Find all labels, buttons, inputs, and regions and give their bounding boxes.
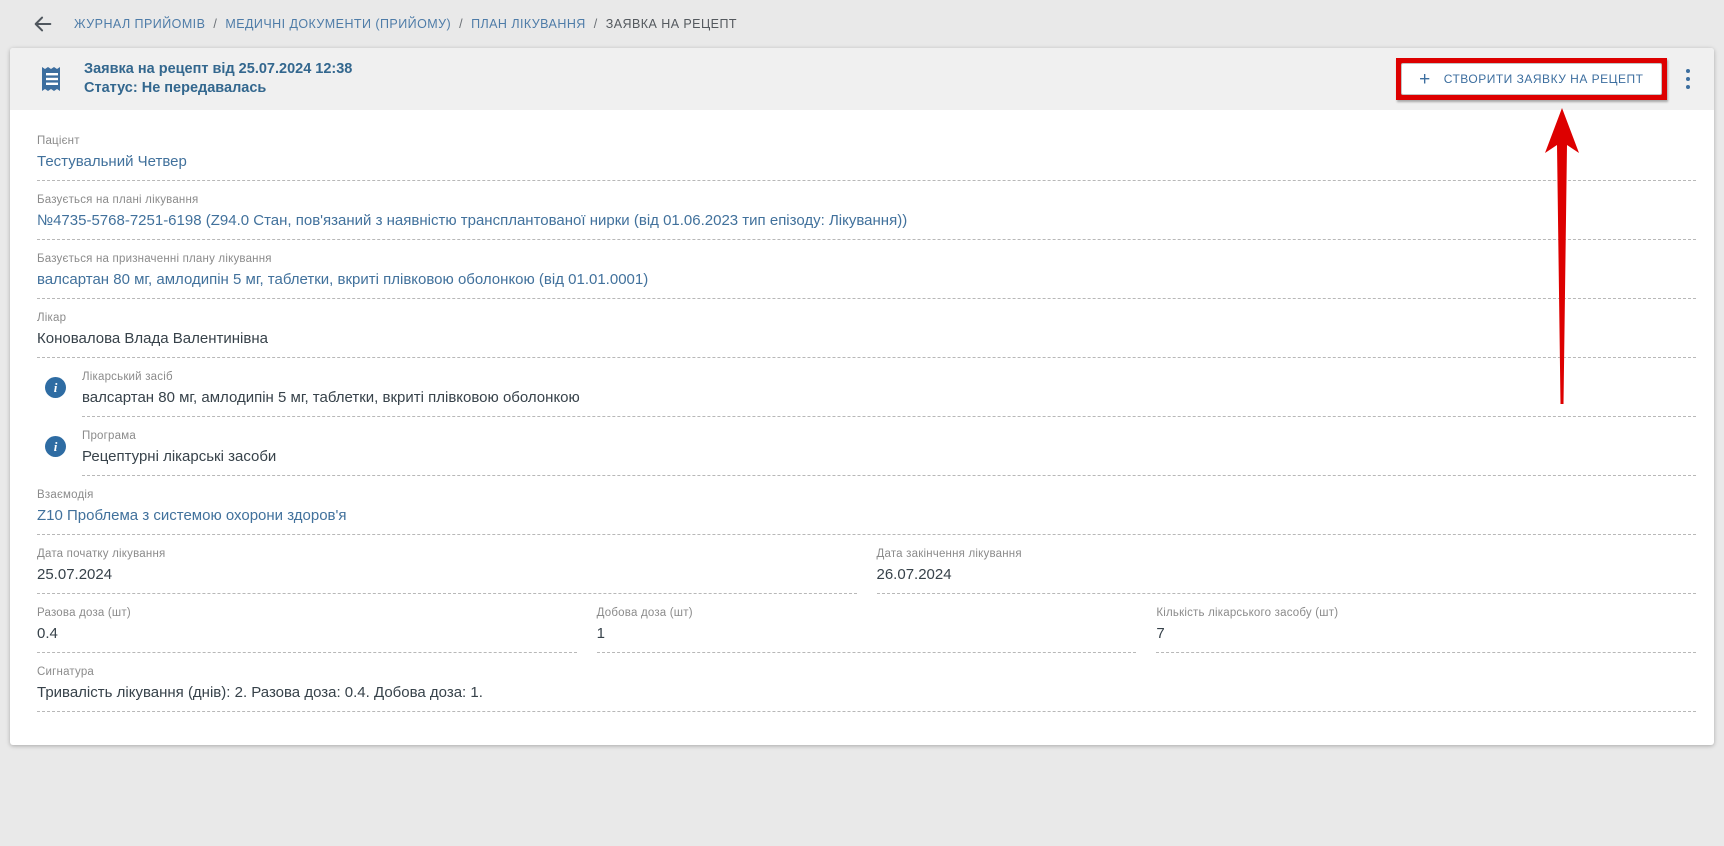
- create-prescription-request-button[interactable]: + СТВОРИТИ ЗАЯВКУ НА РЕЦЕПТ: [1401, 63, 1661, 95]
- breadcrumb-separator: /: [459, 17, 463, 31]
- quantity-value: 7: [1156, 625, 1696, 642]
- signature-value: Тривалість лікування (днів): 2. Разова д…: [37, 684, 1696, 701]
- patient-link[interactable]: Тестувальний Четвер: [37, 153, 1696, 170]
- field-date-end: Дата закінчення лікування 26.07.2024: [877, 535, 1697, 594]
- field-label: Дата початку лікування: [37, 548, 857, 560]
- field-date-start: Дата початку лікування 25.07.2024: [37, 535, 857, 594]
- breadcrumb-separator: /: [594, 17, 598, 31]
- field-interaction: Взаємодія Z10 Проблема з системою охорон…: [37, 476, 1696, 535]
- date-start-value: 25.07.2024: [37, 566, 857, 583]
- breadcrumb-separator: /: [213, 17, 217, 31]
- field-label: Базується на призначенні плану лікування: [37, 253, 1696, 265]
- program-value: Рецептурні лікарські засоби: [82, 448, 1696, 465]
- breadcrumb-item-treatment-plan[interactable]: ПЛАН ЛІКУВАННЯ: [471, 17, 586, 31]
- field-program: i Програма Рецептурні лікарські засоби: [37, 417, 1696, 476]
- doctor-value: Коновалова Влада Валентинівна: [37, 330, 1696, 347]
- plan-prescription-link[interactable]: валсартан 80 мг, амлодипін 5 мг, таблетк…: [37, 271, 1696, 288]
- field-label: Пацієнт: [37, 135, 1696, 147]
- field-treatment-plan: Базується на плані лікування №4735-5768-…: [37, 181, 1696, 240]
- card-body: Пацієнт Тестувальний Четвер Базується на…: [10, 110, 1714, 712]
- field-signature: Сигнатура Тривалість лікування (днів): 2…: [37, 653, 1696, 712]
- interaction-link[interactable]: Z10 Проблема з системою охорони здоров'я: [37, 507, 1696, 524]
- doses-row: Разова доза (шт) 0.4 Добова доза (шт) 1 …: [37, 594, 1696, 653]
- field-medicine: i Лікарський засіб валсартан 80 мг, амло…: [37, 358, 1696, 417]
- field-patient: Пацієнт Тестувальний Четвер: [37, 122, 1696, 181]
- status-text: Статус: Не передавалась: [84, 79, 352, 98]
- arrow-left-icon: [32, 13, 54, 35]
- create-button-label: СТВОРИТИ ЗАЯВКУ НА РЕЦЕПТ: [1444, 72, 1644, 86]
- annotation-highlight-box: + СТВОРИТИ ЗАЯВКУ НА РЕЦЕПТ: [1396, 58, 1666, 100]
- breadcrumb-item-medical-documents[interactable]: МЕДИЧНІ ДОКУМЕНТИ (ПРИЙОМУ): [225, 17, 451, 31]
- dates-row: Дата початку лікування 25.07.2024 Дата з…: [37, 535, 1696, 594]
- kebab-menu-button[interactable]: [1680, 62, 1697, 97]
- treatment-plan-link[interactable]: №4735-5768-7251-6198 (Z94.0 Стан, пов'яз…: [37, 212, 1696, 229]
- field-single-dose: Разова доза (шт) 0.4: [37, 594, 577, 653]
- field-daily-dose: Добова доза (шт) 1: [597, 594, 1137, 653]
- field-label: Сигнатура: [37, 666, 1696, 678]
- field-label: Добова доза (шт): [597, 607, 1137, 619]
- back-button[interactable]: [30, 11, 56, 37]
- plus-icon: +: [1419, 70, 1431, 89]
- prescription-request-card: Заявка на рецепт від 25.07.2024 12:38 Ст…: [10, 48, 1714, 745]
- card-title: Заявка на рецепт від 25.07.2024 12:38: [84, 60, 352, 79]
- date-end-value: 26.07.2024: [877, 566, 1697, 583]
- info-icon[interactable]: i: [45, 377, 66, 398]
- daily-dose-value: 1: [597, 625, 1137, 642]
- breadcrumb: ЖУРНАЛ ПРИЙОМІВ / МЕДИЧНІ ДОКУМЕНТИ (ПРИ…: [74, 17, 737, 31]
- receipt-icon: [37, 64, 67, 94]
- field-label: Програма: [82, 430, 1696, 442]
- header-actions: + СТВОРИТИ ЗАЯВКУ НА РЕЦЕПТ: [1396, 58, 1696, 100]
- field-plan-prescription: Базується на призначенні плану лікування…: [37, 240, 1696, 299]
- info-icon[interactable]: i: [45, 436, 66, 457]
- field-label: Разова доза (шт): [37, 607, 577, 619]
- field-label: Кількість лікарського засобу (шт): [1156, 607, 1696, 619]
- breadcrumb-bar: ЖУРНАЛ ПРИЙОМІВ / МЕДИЧНІ ДОКУМЕНТИ (ПРИ…: [0, 0, 1724, 48]
- field-label: Дата закінчення лікування: [877, 548, 1697, 560]
- medicine-value: валсартан 80 мг, амлодипін 5 мг, таблетк…: [82, 389, 1696, 406]
- field-label: Взаємодія: [37, 489, 1696, 501]
- field-label: Лікарський засіб: [82, 371, 1696, 383]
- breadcrumb-item-prescription-request: ЗАЯВКА НА РЕЦЕПТ: [606, 17, 737, 31]
- card-header: Заявка на рецепт від 25.07.2024 12:38 Ст…: [10, 48, 1714, 110]
- field-label: Лікар: [37, 312, 1696, 324]
- breadcrumb-item-appointments-journal[interactable]: ЖУРНАЛ ПРИЙОМІВ: [74, 17, 205, 31]
- field-doctor: Лікар Коновалова Влада Валентинівна: [37, 299, 1696, 358]
- card-header-text: Заявка на рецепт від 25.07.2024 12:38 Ст…: [84, 60, 352, 98]
- field-label: Базується на плані лікування: [37, 194, 1696, 206]
- field-quantity: Кількість лікарського засобу (шт) 7: [1156, 594, 1696, 653]
- single-dose-value: 0.4: [37, 625, 577, 642]
